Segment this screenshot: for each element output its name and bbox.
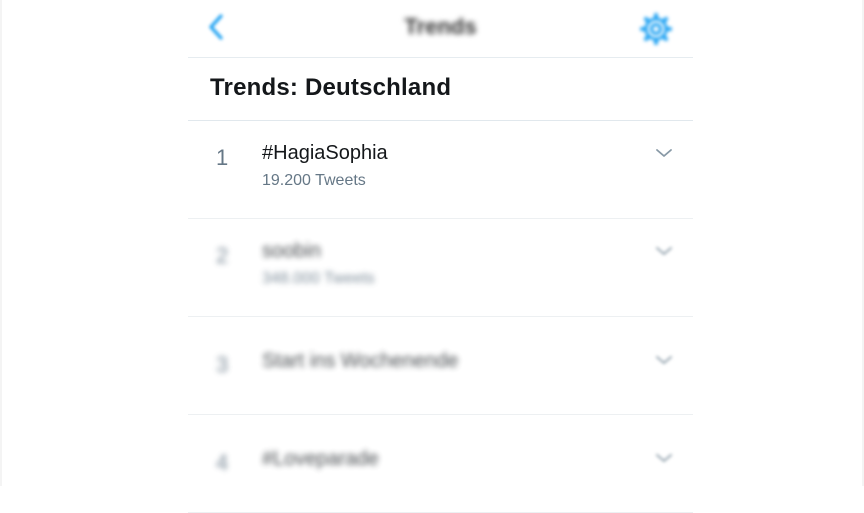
trend-tweet-count: 19.200 Tweets — [262, 172, 366, 189]
trend-item[interactable]: 1 #HagiaSophia 19.200 Tweets — [188, 121, 693, 219]
gear-icon[interactable] — [639, 12, 673, 46]
chevron-down-icon[interactable] — [655, 146, 673, 158]
trend-rank: 1 — [216, 145, 229, 170]
trend-rank: 4 — [216, 450, 229, 475]
screen-edge-left — [0, 0, 2, 486]
trend-name: #HagiaSophia — [262, 142, 388, 164]
trend-name: Start ins Wochenende — [262, 350, 459, 372]
trend-rank: 2 — [216, 243, 229, 268]
trend-list: 1 #HagiaSophia 19.200 Tweets 2 soobin 34… — [188, 121, 693, 513]
trend-rank: 3 — [216, 352, 229, 377]
trends-location-title: Trends: Deutschland — [210, 74, 452, 101]
chevron-down-icon[interactable] — [655, 353, 673, 365]
chevron-down-icon[interactable] — [655, 451, 673, 463]
nav-title: Trends — [404, 14, 477, 39]
navigation-bar: Trends — [188, 0, 693, 58]
chevron-down-icon[interactable] — [655, 244, 673, 256]
trend-item[interactable]: 2 soobin 348.000 Tweets — [188, 219, 693, 317]
trend-name: #Loveparade — [262, 448, 379, 470]
trend-tweet-count: 348.000 Tweets — [262, 270, 375, 287]
trends-location-header: Trends: Deutschland — [188, 58, 693, 121]
trend-item[interactable]: 4 #Loveparade — [188, 415, 693, 513]
trend-item[interactable]: 3 Start ins Wochenende — [188, 317, 693, 415]
trend-name: soobin — [262, 240, 321, 262]
